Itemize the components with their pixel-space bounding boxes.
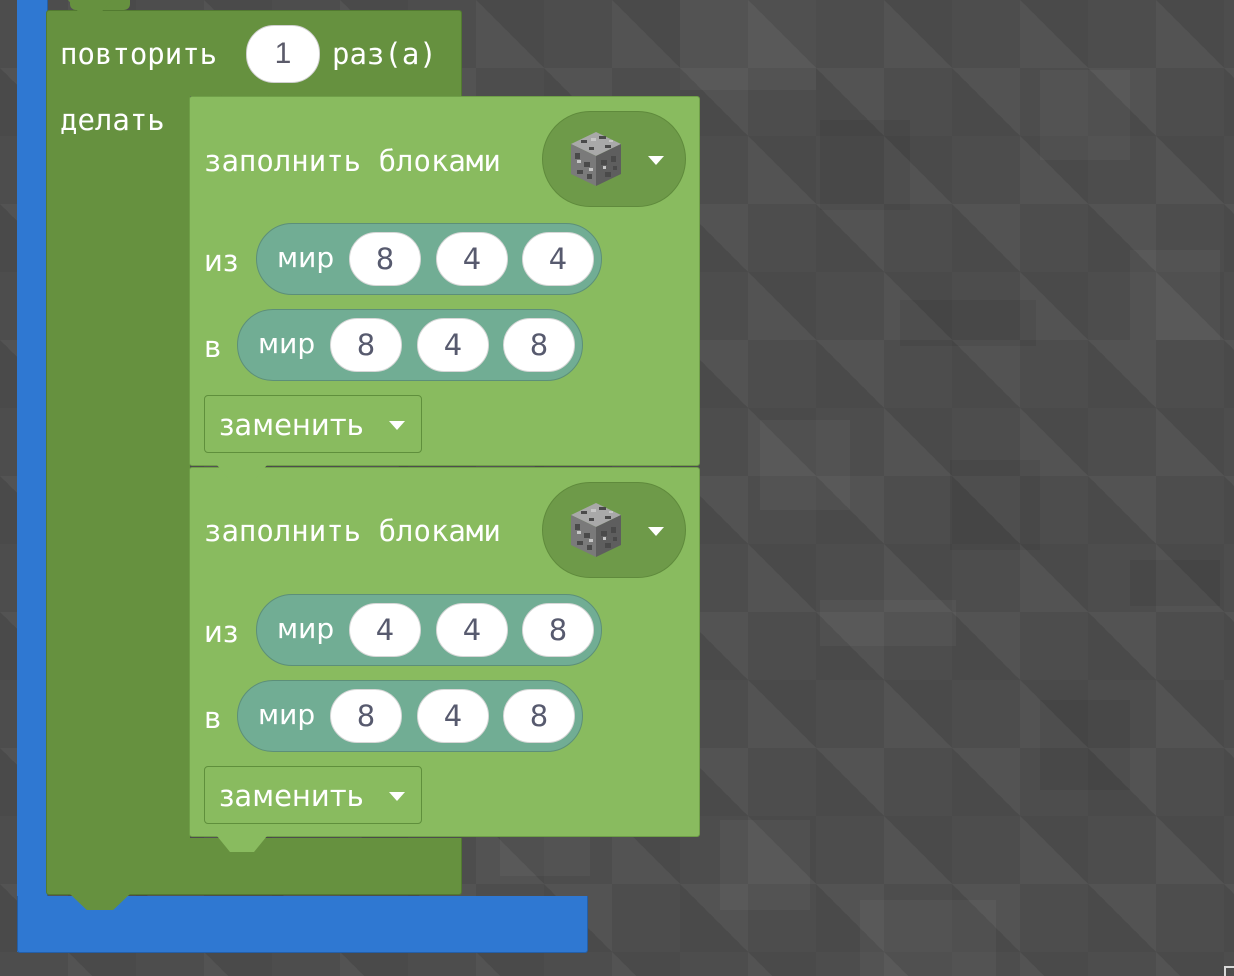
world-label: мир xyxy=(258,327,316,360)
fill-block-2[interactable]: заполнить блоками из мир 4 4 8 в мир 8 4… xyxy=(189,467,700,837)
to-label: в xyxy=(204,701,222,735)
resize-corner-icon[interactable] xyxy=(1224,966,1234,976)
fill-title: заполнить блоками xyxy=(204,144,501,178)
from-label: из xyxy=(204,244,239,278)
from-y-input[interactable]: 4 xyxy=(436,232,508,286)
from-z-input[interactable]: 4 xyxy=(522,232,594,286)
fill-mode-dropdown[interactable]: заменить xyxy=(204,766,422,824)
to-position-pill[interactable]: мир 8 4 8 xyxy=(237,680,583,752)
to-x-input[interactable]: 8 xyxy=(330,689,402,743)
from-z-input[interactable]: 8 xyxy=(522,603,594,657)
from-x-input[interactable]: 8 xyxy=(349,232,421,286)
repeat-label: повторить xyxy=(60,37,218,71)
to-z-input[interactable]: 8 xyxy=(503,689,575,743)
world-label: мир xyxy=(277,612,335,645)
cobblestone-cube-icon xyxy=(571,132,621,186)
block-picker-dropdown[interactable] xyxy=(542,482,686,578)
chevron-down-icon xyxy=(389,421,405,430)
world-label: мир xyxy=(277,241,335,274)
to-position-pill[interactable]: мир 8 4 8 xyxy=(237,309,583,381)
fill-block-1[interactable]: заполнить блоками из мир 8 4 4 в мир 8 4… xyxy=(189,96,700,466)
fill-mode-dropdown[interactable]: заменить xyxy=(204,395,422,453)
world-label: мир xyxy=(258,698,316,731)
to-label: в xyxy=(204,330,222,364)
from-label: из xyxy=(204,615,239,649)
to-y-input[interactable]: 4 xyxy=(417,318,489,372)
repeat-count-input[interactable]: 1 xyxy=(246,25,320,83)
fill-mode-label: заменить xyxy=(219,408,364,442)
outer-block-body[interactable] xyxy=(17,0,48,952)
to-x-input[interactable]: 8 xyxy=(330,318,402,372)
chevron-down-icon xyxy=(389,792,405,801)
fill-title: заполнить блоками xyxy=(204,514,501,548)
block-picker-dropdown[interactable] xyxy=(542,111,686,207)
from-position-pill[interactable]: мир 8 4 4 xyxy=(256,223,602,295)
from-y-input[interactable]: 4 xyxy=(436,603,508,657)
chevron-down-icon xyxy=(648,527,664,536)
repeat-block-side[interactable] xyxy=(46,95,190,840)
repeat-times-label: раз(а) xyxy=(332,37,437,71)
chevron-down-icon xyxy=(648,156,664,165)
fill-mode-label: заменить xyxy=(219,779,364,813)
repeat-do-label: делать xyxy=(60,103,165,137)
from-position-pill[interactable]: мир 4 4 8 xyxy=(256,594,602,666)
from-x-input[interactable]: 4 xyxy=(349,603,421,657)
cobblestone-cube-icon xyxy=(571,503,621,557)
to-y-input[interactable]: 4 xyxy=(417,689,489,743)
to-z-input[interactable]: 8 xyxy=(503,318,575,372)
